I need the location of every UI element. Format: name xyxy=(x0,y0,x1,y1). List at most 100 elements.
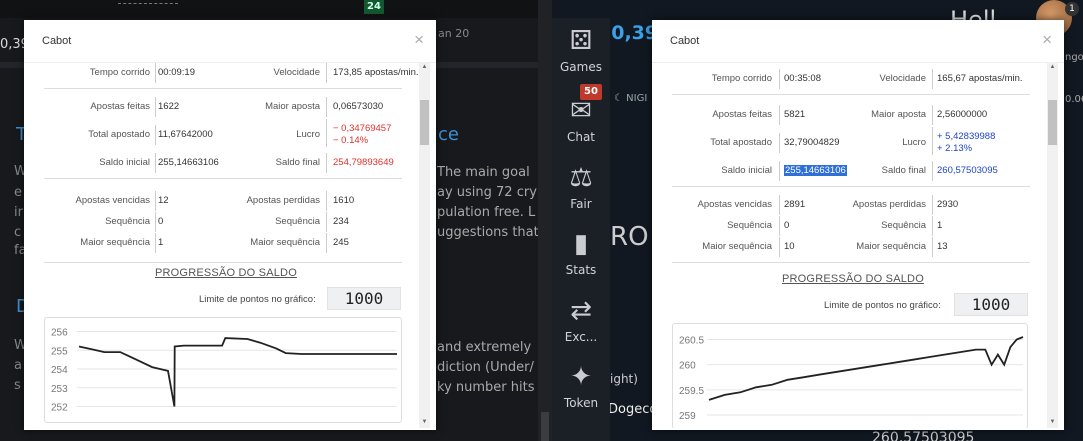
separator xyxy=(932,216,933,236)
stat-value: 13 xyxy=(937,241,948,252)
stat-label: Saldo inicial xyxy=(721,165,772,176)
stat-row: Saldo inicial 255,14663106 Saldo final 2… xyxy=(44,153,402,178)
stat-value: 2930 xyxy=(937,199,959,210)
limit-input[interactable]: 1000 xyxy=(327,287,401,310)
stat-label: Sequência xyxy=(105,216,150,227)
side-text: ight) xyxy=(610,372,638,386)
stat-row: Sequência 0 Sequência 1 xyxy=(672,216,1030,241)
stat-label: Saldo final xyxy=(881,165,926,176)
modal-scrollbar[interactable]: ▲ ▼ xyxy=(419,62,430,428)
close-icon[interactable]: × xyxy=(1042,31,1052,48)
nav-exchange[interactable]: ⇄ Exc... xyxy=(552,288,610,354)
separator xyxy=(779,69,780,89)
background-scrollbar[interactable] xyxy=(538,0,552,441)
stat-label: Maior aposta xyxy=(871,109,926,120)
nav-label: Exc... xyxy=(564,330,598,344)
separator xyxy=(326,153,327,173)
separator xyxy=(155,125,156,145)
stat-label: Sequência xyxy=(881,220,926,231)
nav-label: Fair xyxy=(570,197,592,211)
scroll-up-icon[interactable]: ▲ xyxy=(419,62,430,73)
stat-row: Apostas feitas 1622 Maior aposta 0,06573… xyxy=(44,97,402,122)
counter-badge: 24 xyxy=(364,0,384,14)
separator xyxy=(155,153,156,173)
modal-title: Cabot xyxy=(42,35,72,47)
nav-label: Stats xyxy=(565,263,597,277)
nav-stats[interactable]: ▮ Stats xyxy=(552,221,610,287)
limit-label: Limite de pontos no gráfico: xyxy=(199,294,316,305)
y-tick-label: 259.5 xyxy=(679,386,704,397)
nav-games[interactable]: ⚄ Games xyxy=(552,18,610,84)
scroll-down-icon[interactable]: ▼ xyxy=(419,417,430,428)
stats-time-group: Tempo corrido 00:09:19 Velocidade 173,85… xyxy=(44,63,419,89)
scrollbar-thumb[interactable] xyxy=(1048,100,1057,145)
balance-chart: 260.5 260 259.5 259 xyxy=(672,323,1028,428)
stat-row: Total apostado 32,79004829 Lucro + 5,428… xyxy=(672,127,1030,158)
stats-streak-group: Apostas vencidas 12 Apostas perdidas 161… xyxy=(44,179,402,263)
stat-label: Total apostado xyxy=(710,137,772,148)
y-tick-label: 254 xyxy=(51,365,68,376)
stat-label: Apostas vencidas xyxy=(697,199,772,210)
stat-label: Apostas feitas xyxy=(90,101,150,112)
y-tick-label: 256 xyxy=(51,328,68,339)
y-tick-label: 260.5 xyxy=(679,336,704,347)
modal-scrollbar[interactable]: ▲ ▼ xyxy=(1047,62,1058,428)
stat-label: Lucro xyxy=(296,129,320,140)
scroll-down-icon[interactable]: ▼ xyxy=(1047,417,1058,428)
background-scrollbar-thumb[interactable] xyxy=(541,412,549,441)
moon-icon: ☾ xyxy=(614,93,623,104)
stat-value: 12 xyxy=(158,195,169,206)
stat-value: 1 xyxy=(158,237,164,248)
separator xyxy=(932,237,933,257)
stat-value-selected[interactable]: 255,14663106 xyxy=(784,165,847,176)
stat-label: Tempo corrido xyxy=(89,67,150,78)
stat-row: Apostas vencidas 2891 Apostas perdidas 2… xyxy=(672,195,1030,220)
separator xyxy=(326,212,327,232)
nig-label: ☾ NIGI xyxy=(614,93,647,104)
stat-label: Maior sequência xyxy=(856,241,926,252)
stat-row: Total apostado 11,67642000 Lucro − 0,347… xyxy=(44,119,402,150)
separator xyxy=(779,216,780,236)
separator xyxy=(155,63,156,83)
background-date: an 20 xyxy=(438,27,470,40)
stat-label: Maior sequência xyxy=(80,237,150,248)
scroll-up-icon[interactable]: ▲ xyxy=(1047,62,1058,73)
profit-percent: − 0.14% xyxy=(333,135,369,146)
stat-value: 10 xyxy=(784,241,795,252)
currency-label: Dogeco xyxy=(608,402,658,417)
stat-row: Saldo inicial 255,14663106 Saldo final 2… xyxy=(672,161,1030,186)
separator xyxy=(155,191,156,211)
stat-value: 245 xyxy=(333,237,349,248)
chat-badge: 50 xyxy=(580,84,602,100)
y-tick-label: 259 xyxy=(679,411,696,422)
nav-token[interactable]: ✦ Token xyxy=(552,354,610,420)
balance-chart: 256 255 254 253 252 xyxy=(44,317,402,423)
stat-value: 11,67642000 xyxy=(158,129,213,140)
separator xyxy=(779,237,780,257)
y-tick-label: 252 xyxy=(51,403,68,414)
stat-row: Maior sequência 1 Maior sequência 245 xyxy=(44,233,402,258)
final-balance-value: 254,79893649 xyxy=(333,157,394,168)
stat-value: 1622 xyxy=(158,101,180,112)
stats-bets-group: Apostas feitas 5821 Maior aposta 2,56000… xyxy=(672,95,1030,187)
background-text-line: ay using 72 cryp xyxy=(437,185,546,200)
selected-text[interactable]: 255,14663106 xyxy=(784,165,847,176)
background-letter: ir xyxy=(14,205,23,220)
scrollbar-thumb[interactable] xyxy=(420,100,429,145)
chat-icon: ✉ xyxy=(570,96,592,126)
stat-value: 234 xyxy=(333,216,349,227)
dice-icon: ⚄ xyxy=(569,26,593,56)
stat-label: Maior sequência xyxy=(250,237,320,248)
nav-fair[interactable]: ⚖ Fair xyxy=(552,155,610,221)
limit-input[interactable]: 1000 xyxy=(954,293,1028,316)
background-letter: c xyxy=(14,225,22,240)
close-icon[interactable]: × xyxy=(414,31,424,48)
background-text-line: pulation free. L xyxy=(437,205,536,220)
balance-line xyxy=(708,336,1024,401)
stat-value: 173,85 apostas/min. xyxy=(333,67,419,78)
progress-title: PROGRESSÃO DO SALDO xyxy=(155,267,297,279)
balance-chart-svg: 256 255 254 253 252 xyxy=(51,328,397,414)
stat-label: Velocidade xyxy=(879,73,926,84)
stat-row: Apostas vencidas 12 Apostas perdidas 161… xyxy=(44,191,402,216)
y-tick-label: 253 xyxy=(51,384,68,395)
